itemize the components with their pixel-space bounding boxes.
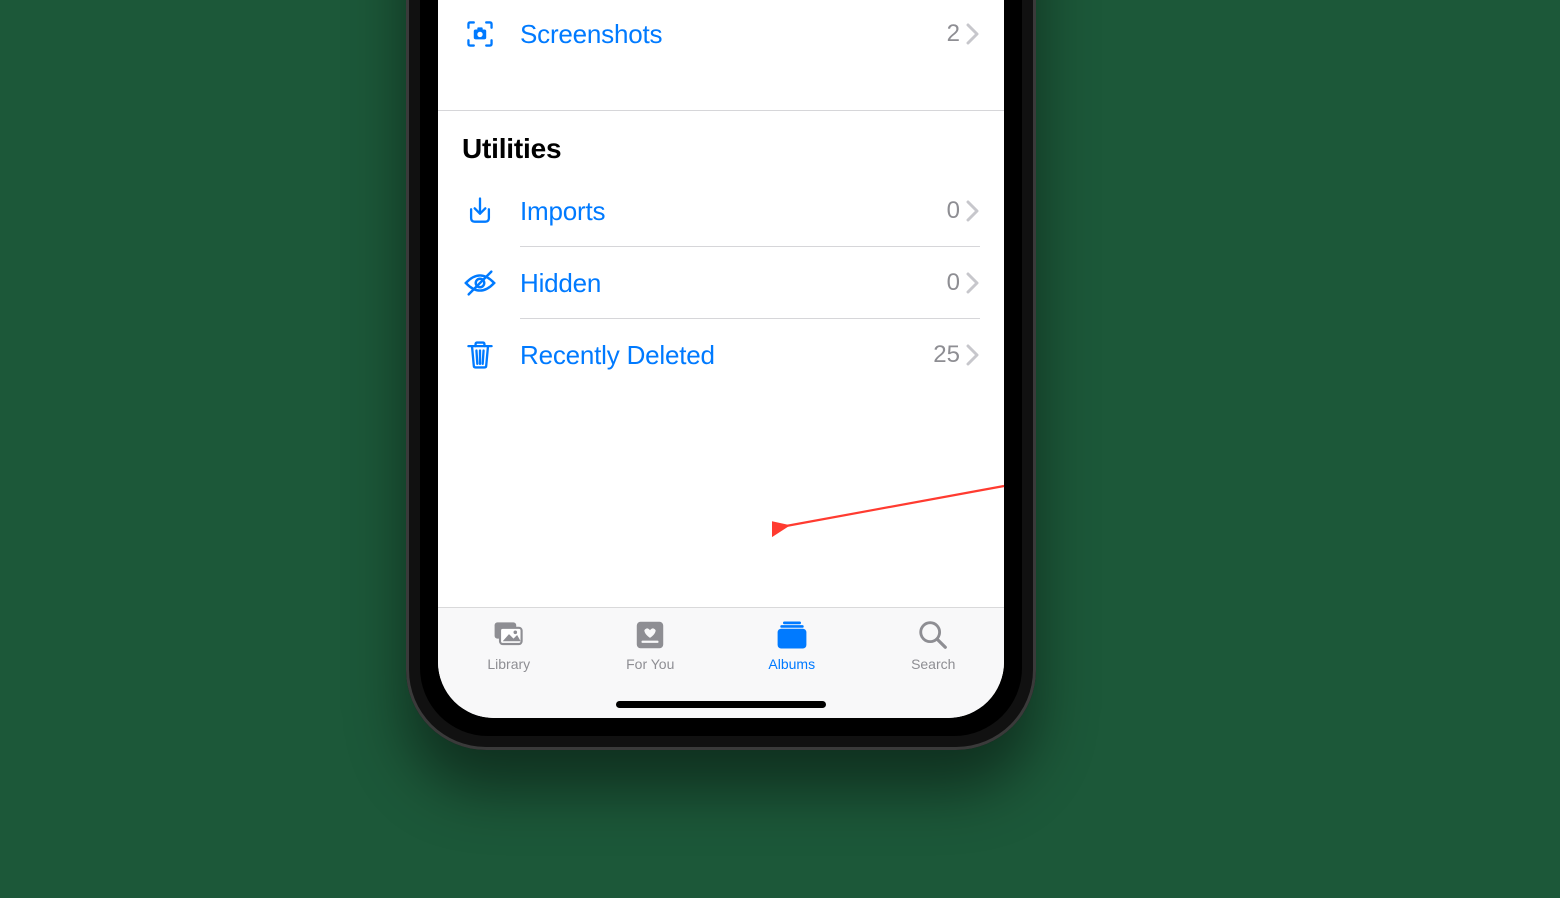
section-utilities: Utilities Imports 0	[438, 110, 1004, 391]
chevron-right-icon	[966, 344, 980, 366]
tab-search[interactable]: Search	[863, 618, 1005, 672]
tab-for-you[interactable]: For You	[580, 618, 722, 672]
tab-bar: Library For You	[438, 607, 1004, 718]
screenshots-icon	[462, 16, 498, 52]
hidden-icon	[462, 265, 498, 301]
section-media-types: Media Types Selfies 21	[438, 0, 1004, 70]
library-tab-icon	[491, 618, 527, 652]
chevron-right-icon	[966, 200, 980, 222]
section-header-utilities: Utilities	[462, 111, 980, 175]
tab-label: Search	[911, 656, 955, 672]
phone-frame: Media Types Selfies 21	[406, 0, 1036, 750]
recently-deleted-icon	[462, 337, 498, 373]
albums-tab-icon	[774, 618, 810, 652]
row-count: 25	[933, 341, 960, 369]
foryou-tab-icon	[632, 618, 668, 652]
tab-label: Albums	[768, 656, 815, 672]
row-count: 0	[947, 197, 960, 225]
tab-label: For You	[626, 656, 674, 672]
row-screenshots[interactable]: Screenshots 2	[462, 0, 980, 70]
row-count: 2	[947, 20, 960, 48]
tab-label: Library	[487, 656, 530, 672]
row-label: Screenshots	[520, 19, 947, 50]
albums-list: Media Types Selfies 21	[438, 0, 1004, 618]
tab-library[interactable]: Library	[438, 618, 580, 672]
imports-icon	[462, 193, 498, 229]
chevron-right-icon	[966, 272, 980, 294]
phone-screen: Media Types Selfies 21	[438, 0, 1004, 718]
tab-albums[interactable]: Albums	[721, 618, 863, 672]
row-label: Recently Deleted	[520, 340, 933, 371]
row-label: Imports	[520, 196, 947, 227]
row-recently-deleted[interactable]: Recently Deleted 25	[462, 319, 980, 391]
search-tab-icon	[915, 618, 951, 652]
home-indicator[interactable]	[616, 701, 826, 708]
row-label: Hidden	[520, 268, 947, 299]
row-imports[interactable]: Imports 0	[462, 175, 980, 247]
row-hidden[interactable]: Hidden 0	[462, 247, 980, 319]
row-count: 0	[947, 269, 960, 297]
chevron-right-icon	[966, 23, 980, 45]
